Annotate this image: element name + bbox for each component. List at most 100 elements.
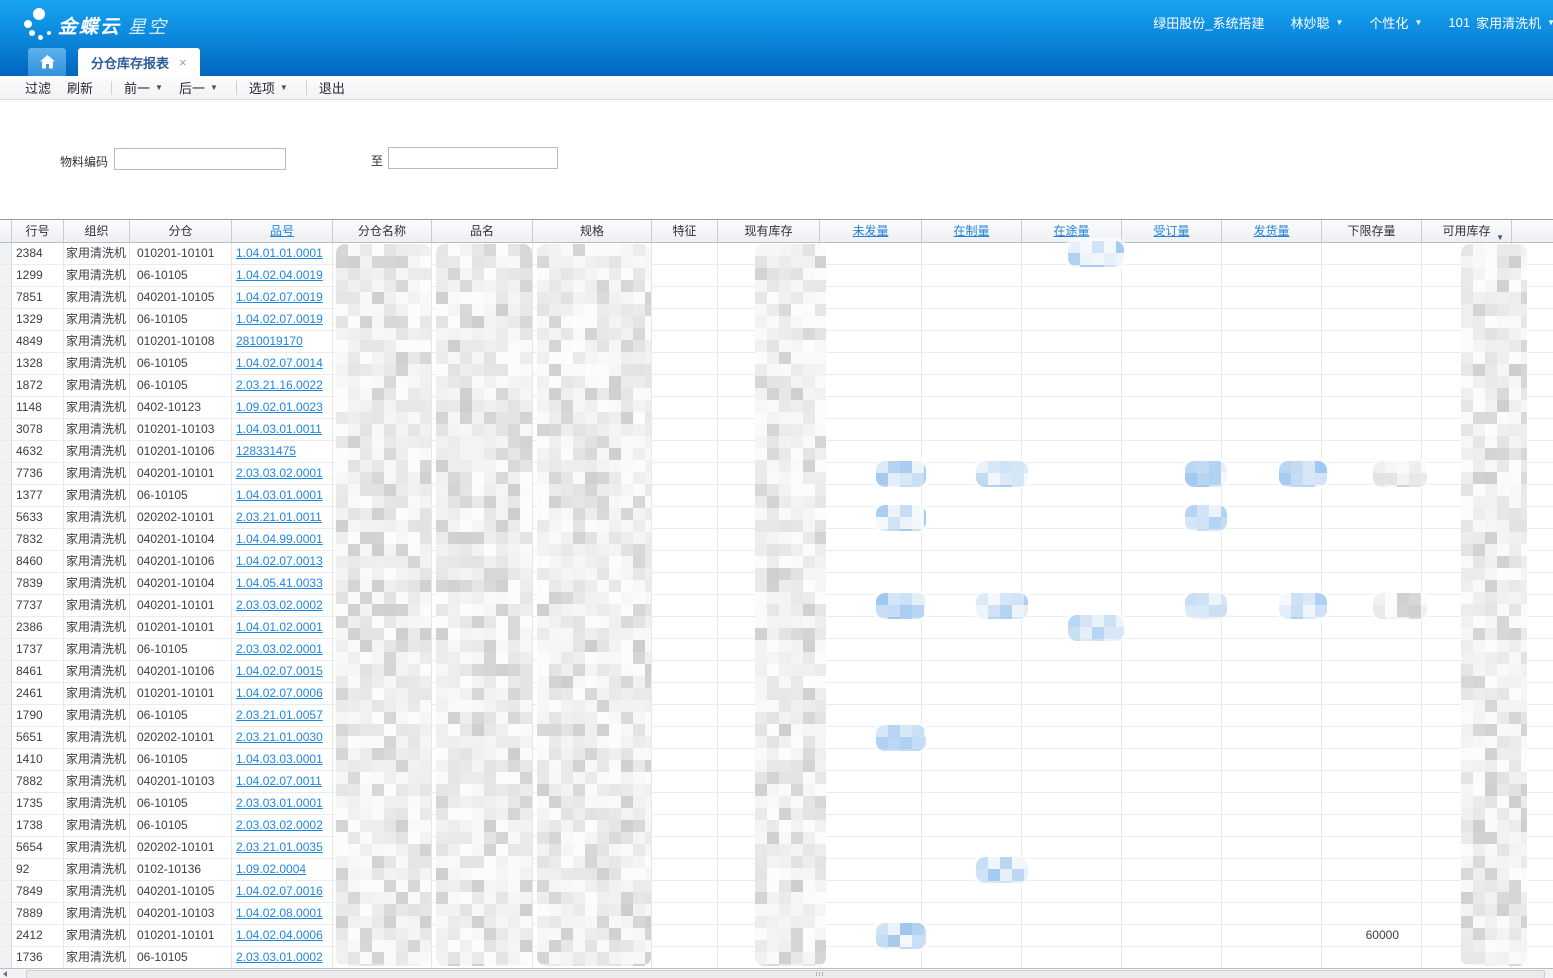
table-row[interactable]: 1377家用清洗机06-101051.04.03.01.0001	[0, 485, 1553, 507]
scrollbar-thumb[interactable]	[26, 970, 1545, 978]
personalize-menu[interactable]: 个性化 ▼	[1369, 13, 1422, 32]
table-row[interactable]: 7839家用清洗机040201-101041.04.05.41.0033	[0, 573, 1553, 595]
table-row[interactable]: 1737家用清洗机06-101052.03.03.02.0001	[0, 639, 1553, 661]
table-row[interactable]: 5651家用清洗机020202-101012.03.21.01.0030	[0, 727, 1553, 749]
toolbar-button-2[interactable]: 刷新	[67, 78, 93, 97]
column-header-in-transit[interactable]: 在途量	[1022, 220, 1122, 242]
material-code-from-input[interactable]	[114, 148, 286, 170]
item-no-link[interactable]: 2.03.03.02.0001	[236, 466, 323, 480]
table-row[interactable]: 1790家用清洗机06-101052.03.21.01.0057	[0, 705, 1553, 727]
table-row[interactable]: 2461家用清洗机010201-101011.04.02.07.0006	[0, 683, 1553, 705]
item-no-link[interactable]: 1.04.02.08.0001	[236, 906, 323, 920]
item-no-link[interactable]: 1.04.01.01.0001	[236, 246, 323, 260]
table-row[interactable]: 1872家用清洗机06-101052.03.21.16.0022	[0, 375, 1553, 397]
item-no-link[interactable]: 1.09.02.0004	[236, 862, 306, 876]
table-row[interactable]: 7851家用清洗机040201-101051.04.02.07.0019	[0, 287, 1553, 309]
tab-report[interactable]: 分仓库存报表 ×	[78, 48, 200, 76]
table-row[interactable]: 1329家用清洗机06-101051.04.02.07.0019	[0, 309, 1553, 331]
column-header-item-name[interactable]: 品名	[432, 220, 533, 242]
material-code-to-input[interactable]	[388, 147, 558, 169]
column-header-on-hand[interactable]: 现有库存	[718, 220, 820, 242]
tab-home[interactable]	[28, 48, 66, 76]
column-header-spec[interactable]: 规格	[533, 220, 652, 242]
column-header-feature[interactable]: 特征	[652, 220, 718, 242]
item-no-link[interactable]: 1.09.02.01.0023	[236, 400, 323, 414]
column-header-shipped[interactable]: 发货量	[1222, 220, 1322, 242]
item-no-link[interactable]: 2.03.03.02.0001	[236, 642, 323, 656]
table-row[interactable]: 1738家用清洗机06-101052.03.03.02.0002	[0, 815, 1553, 837]
item-no-link[interactable]: 2.03.21.16.0022	[236, 378, 323, 392]
horizontal-scrollbar[interactable]	[0, 968, 1553, 978]
table-row[interactable]: 7889家用清洗机040201-101031.04.02.08.0001	[0, 903, 1553, 925]
table-row[interactable]: 4849家用清洗机010201-101082810019170	[0, 331, 1553, 353]
item-no-link[interactable]: 2.03.21.01.0035	[236, 840, 323, 854]
table-row[interactable]: 1735家用清洗机06-101052.03.03.01.0001	[0, 793, 1553, 815]
item-no-link[interactable]: 1.04.01.02.0001	[236, 620, 323, 634]
column-header-org[interactable]: 组织	[64, 220, 130, 242]
scroll-left-arrow-icon[interactable]	[3, 971, 7, 977]
item-no-link[interactable]: 1.04.02.04.0019	[236, 268, 323, 282]
table-row[interactable]: 1299家用清洗机06-101051.04.02.04.0019	[0, 265, 1553, 287]
table-row[interactable]: 3078家用清洗机010201-101031.04.03.01.0011	[0, 419, 1553, 441]
item-no-link[interactable]: 1.04.02.07.0015	[236, 664, 323, 678]
toolbar-button-6[interactable]: 退出	[319, 78, 345, 97]
item-no-link[interactable]: 1.04.04.99.0001	[236, 532, 323, 546]
table-row[interactable]: 7832家用清洗机040201-101041.04.04.99.0001	[0, 529, 1553, 551]
item-no-link[interactable]: 1.04.02.07.0013	[236, 554, 323, 568]
table-row[interactable]: 8461家用清洗机040201-101061.04.02.07.0015	[0, 661, 1553, 683]
column-header-line-no[interactable]: 行号	[12, 220, 64, 242]
item-no-link[interactable]: 2.03.21.01.0011	[236, 510, 322, 524]
toolbar-button-1[interactable]: 过滤	[25, 78, 51, 97]
toolbar-button-3[interactable]: 前一▼	[124, 78, 163, 97]
item-no-link[interactable]: 1.04.02.07.0011	[236, 774, 322, 788]
item-no-link[interactable]: 1.04.02.07.0006	[236, 686, 323, 700]
item-no-link[interactable]: 2.03.21.01.0030	[236, 730, 323, 744]
table-row[interactable]: 7737家用清洗机040201-101012.03.03.02.0002	[0, 595, 1553, 617]
item-no-link[interactable]: 2.03.03.02.0002	[236, 598, 323, 612]
item-no-link[interactable]: 2.03.03.01.0002	[236, 950, 323, 964]
toolbar-button-4[interactable]: 后一▼	[179, 78, 218, 97]
column-header-ordered[interactable]: 受订量	[1122, 220, 1222, 242]
item-no-link[interactable]: 1.04.02.04.0006	[236, 928, 323, 942]
table-row[interactable]: 1148家用清洗机0402-101231.09.02.01.0023	[0, 397, 1553, 419]
table-row[interactable]: 1736家用清洗机06-101052.03.03.01.0002	[0, 947, 1553, 969]
item-no-link[interactable]: 2.03.21.01.0057	[236, 708, 323, 722]
table-row[interactable]: 5654家用清洗机020202-101012.03.21.01.0035	[0, 837, 1553, 859]
item-no-link[interactable]: 2.03.03.01.0001	[236, 796, 323, 810]
item-no-link[interactable]: 1.04.03.03.0001	[236, 752, 323, 766]
item-no-link[interactable]: 1.04.03.01.0001	[236, 488, 323, 502]
table-row[interactable]: 1410家用清洗机06-101051.04.03.03.0001	[0, 749, 1553, 771]
table-row[interactable]: 4632家用清洗机010201-10106128331475	[0, 441, 1553, 463]
toolbar-button-5[interactable]: 选项▼	[249, 78, 288, 97]
table-row[interactable]: 2386家用清洗机010201-101011.04.01.02.0001	[0, 617, 1553, 639]
item-no-link[interactable]: 1.04.02.07.0019	[236, 312, 323, 326]
user-menu[interactable]: 林妙聪 ▼	[1290, 13, 1343, 32]
close-icon[interactable]: ×	[179, 56, 187, 69]
table-row[interactable]: 2384家用清洗机010201-101011.04.01.01.0001	[0, 243, 1553, 265]
column-header-in-process[interactable]: 在制量	[922, 220, 1022, 242]
table-row[interactable]: 2412家用清洗机010201-101011.04.02.04.00066000…	[0, 925, 1553, 947]
column-header-warehouse-name[interactable]: 分仓名称	[333, 220, 432, 242]
column-header-unshipped[interactable]: 未发量	[820, 220, 922, 242]
item-no-link[interactable]: 1.04.02.07.0019	[236, 290, 323, 304]
table-row[interactable]: 7882家用清洗机040201-101031.04.02.07.0011	[0, 771, 1553, 793]
column-header-available[interactable]: 可用库存▼	[1422, 220, 1512, 242]
column-header-lower-limit[interactable]: 下限存量	[1322, 220, 1422, 242]
table-row[interactable]: 5633家用清洗机020202-101012.03.21.01.0011	[0, 507, 1553, 529]
item-no-link[interactable]: 1.04.03.01.0011	[236, 422, 322, 436]
item-no-link[interactable]: 128331475	[236, 444, 296, 458]
item-no-link[interactable]: 2810019170	[236, 334, 303, 348]
column-filter-arrow-icon[interactable]: ▼	[1496, 227, 1504, 242]
table-row[interactable]: 7736家用清洗机040201-101012.03.03.02.0001	[0, 463, 1553, 485]
org-switcher[interactable]: 101 家用清洗机 ▼	[1448, 13, 1547, 32]
item-no-link[interactable]: 1.04.05.41.0033	[236, 576, 323, 590]
table-row[interactable]: 1328家用清洗机06-101051.04.02.07.0014	[0, 353, 1553, 375]
column-header-warehouse[interactable]: 分仓	[130, 220, 232, 242]
item-no-link[interactable]: 2.03.03.02.0002	[236, 818, 323, 832]
column-header-item-no[interactable]: 品号	[232, 220, 333, 242]
table-row[interactable]: 92家用清洗机0102-101361.09.02.0004	[0, 859, 1553, 881]
item-no-link[interactable]: 1.04.02.07.0014	[236, 356, 323, 370]
table-row[interactable]: 8460家用清洗机040201-101061.04.02.07.0013	[0, 551, 1553, 573]
table-row[interactable]: 7849家用清洗机040201-101051.04.02.07.0016	[0, 881, 1553, 903]
item-no-link[interactable]: 1.04.02.07.0016	[236, 884, 323, 898]
